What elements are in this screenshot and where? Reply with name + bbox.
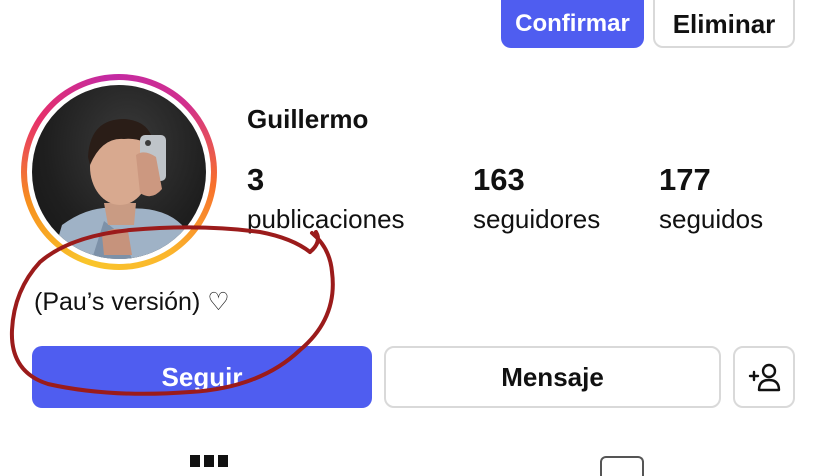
annotation-scribble — [9, 225, 335, 396]
tagged-icon[interactable] — [600, 456, 644, 476]
grid-icon[interactable] — [190, 455, 228, 467]
